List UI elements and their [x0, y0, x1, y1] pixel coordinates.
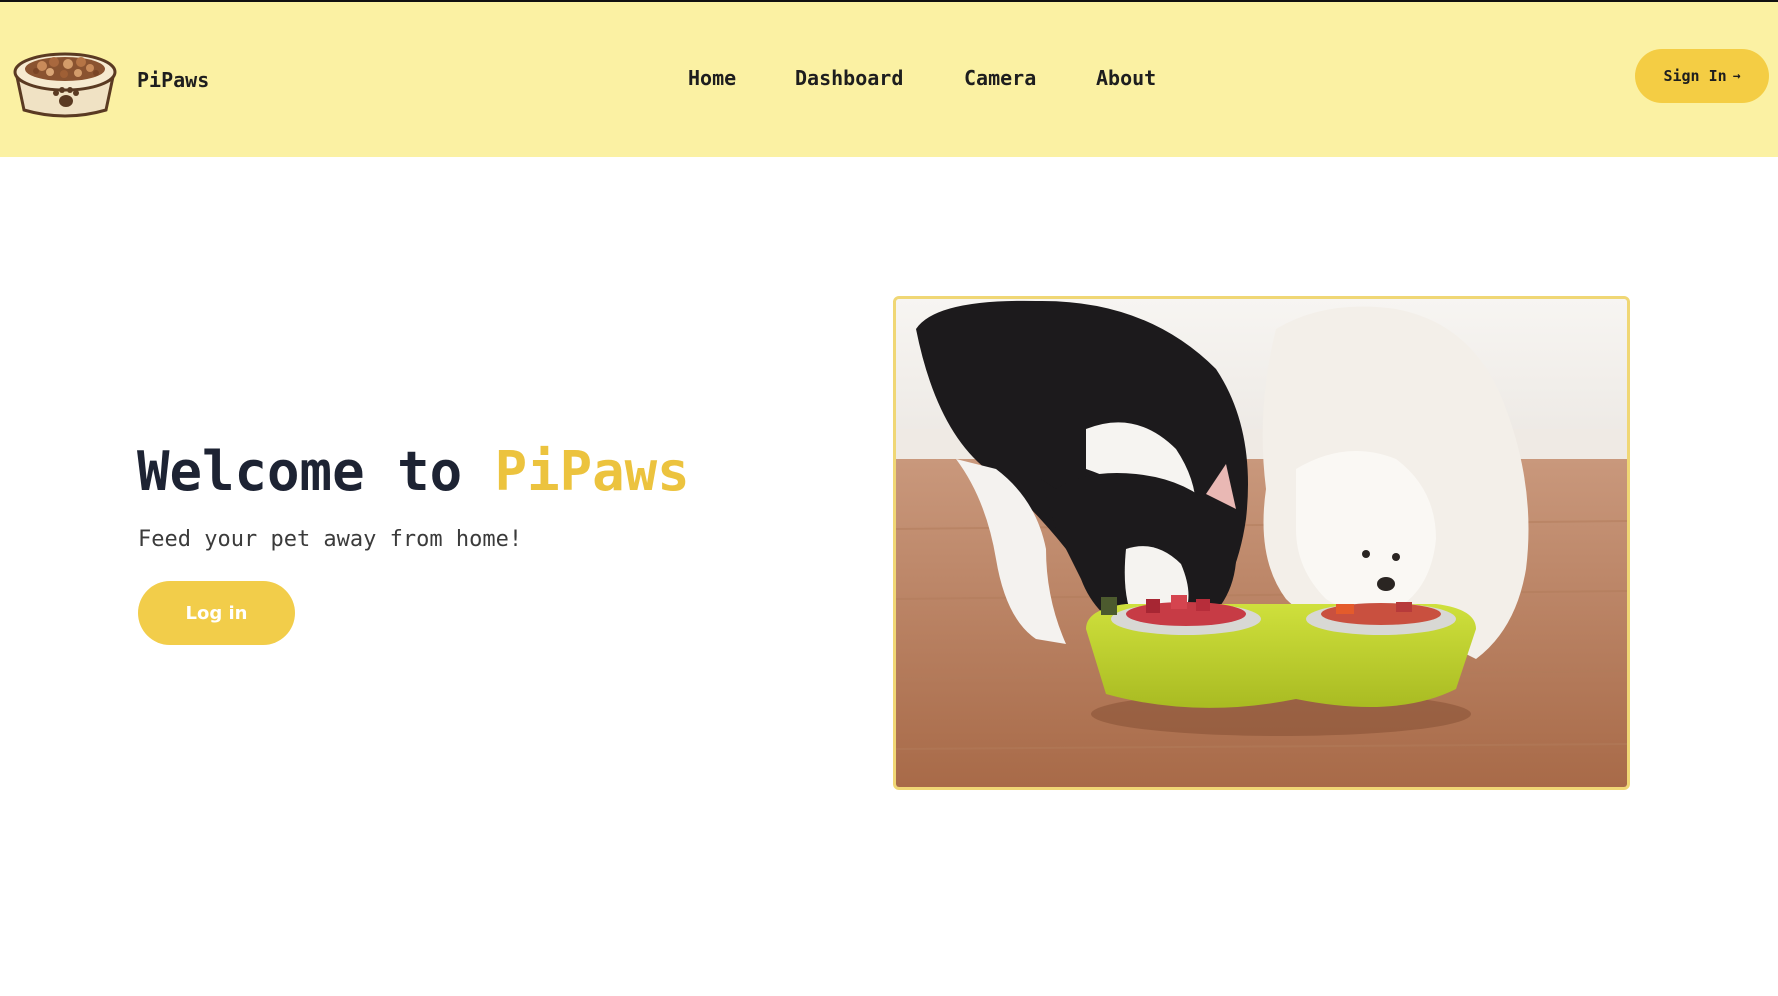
cat-and-dog-eating-photo: [893, 296, 1630, 790]
hero-title-prefix: Welcome to: [137, 440, 463, 503]
arrow-right-icon: →: [1732, 68, 1741, 84]
nav-item-home[interactable]: Home: [688, 66, 736, 90]
log-in-button[interactable]: Log in: [138, 581, 295, 645]
main-nav: Home Dashboard Camera About: [0, 66, 1778, 96]
sign-in-label: Sign In: [1663, 67, 1727, 85]
hero-subtitle: Feed your pet away from home!: [138, 527, 523, 552]
nav-item-camera[interactable]: Camera: [964, 66, 1036, 90]
nav-item-about[interactable]: About: [1096, 66, 1156, 90]
sign-in-button[interactable]: Sign In →: [1635, 49, 1769, 103]
nav-item-dashboard[interactable]: Dashboard: [795, 66, 903, 90]
hero-title: Welcome to PiPaws: [137, 440, 690, 503]
navbar: PiPaws Home Dashboard Camera About Sign …: [0, 2, 1778, 157]
hero-title-accent: PiPaws: [494, 440, 690, 503]
